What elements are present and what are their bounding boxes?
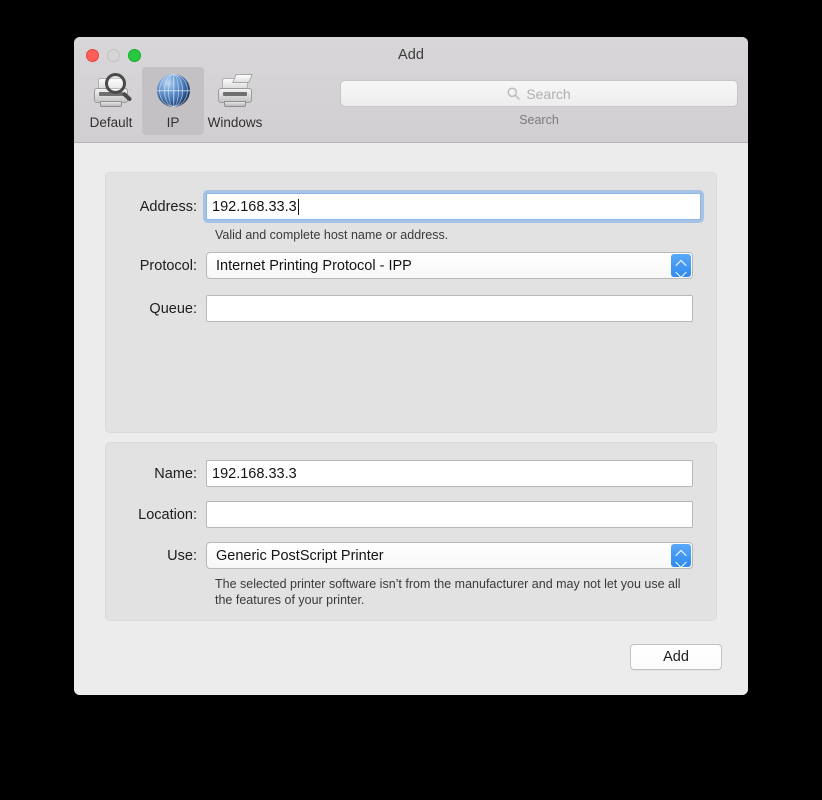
content-area: Address: 192.168.33.3 Valid and complete…: [74, 143, 748, 695]
tab-ip-label: IP: [166, 115, 180, 130]
name-input[interactable]: 192.168.33.3: [206, 460, 693, 487]
connection-panel: Address: 192.168.33.3 Valid and complete…: [105, 172, 717, 433]
tab-windows[interactable]: Windows: [204, 67, 266, 135]
address-label: Address:: [139, 198, 197, 215]
chevron-down-icon: [677, 267, 686, 272]
address-input[interactable]: 192.168.33.3: [206, 193, 701, 220]
printer-details-panel: Name: 192.168.33.3 Location: Use: Generi…: [105, 442, 717, 621]
search-area: Search Search: [340, 80, 738, 127]
globe-icon: [153, 72, 193, 112]
search-input[interactable]: Search: [340, 80, 738, 107]
use-value: Generic PostScript Printer: [216, 547, 384, 564]
add-button[interactable]: Add: [630, 644, 722, 670]
location-row: Location:: [106, 501, 716, 528]
tab-ip[interactable]: IP: [142, 67, 204, 135]
use-stepper[interactable]: [671, 544, 691, 567]
toolbar: Add Default IP Windows Search Search: [74, 37, 748, 143]
queue-label: Queue:: [149, 300, 197, 317]
chevron-down-icon: [677, 557, 686, 562]
queue-input[interactable]: [206, 295, 693, 322]
use-hint: The selected printer software isn’t from…: [215, 577, 681, 607]
name-row: Name: 192.168.33.3: [106, 460, 716, 487]
use-label: Use:: [167, 547, 197, 564]
printer-windows-icon: [215, 72, 255, 112]
tab-default[interactable]: Default: [80, 67, 142, 135]
tab-windows-label: Windows: [207, 115, 263, 130]
use-row: Use: Generic PostScript Printer: [106, 542, 716, 569]
name-value: 192.168.33.3: [212, 465, 297, 482]
chevron-up-icon: [677, 260, 686, 265]
add-printer-window: Add Default IP Windows Search Search Add…: [74, 37, 748, 695]
search-icon: [507, 87, 521, 100]
use-select[interactable]: Generic PostScript Printer: [206, 542, 693, 569]
queue-row: Queue:: [106, 295, 716, 322]
protocol-label: Protocol:: [139, 257, 197, 274]
name-label: Name:: [154, 465, 197, 482]
chevron-up-icon: [677, 550, 686, 555]
tab-default-label: Default: [89, 115, 133, 130]
protocol-row: Protocol: Internet Printing Protocol - I…: [106, 252, 716, 279]
search-caption: Search: [519, 113, 559, 127]
search-placeholder: Search: [526, 85, 571, 102]
window-title: Add: [397, 47, 425, 63]
address-row: Address: 192.168.33.3: [106, 193, 716, 220]
address-value: 192.168.33.3: [212, 198, 297, 215]
text-caret: [297, 198, 299, 215]
location-input[interactable]: [206, 501, 693, 528]
protocol-select[interactable]: Internet Printing Protocol - IPP: [206, 252, 693, 279]
toolbar-tabs: Default IP Windows: [80, 67, 266, 135]
location-label: Location:: [138, 506, 197, 523]
printer-magnifier-icon: [91, 72, 133, 112]
address-hint: Valid and complete host name or address.: [215, 228, 449, 242]
protocol-value: Internet Printing Protocol - IPP: [216, 257, 412, 274]
protocol-stepper[interactable]: [671, 254, 691, 277]
